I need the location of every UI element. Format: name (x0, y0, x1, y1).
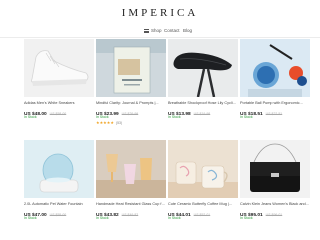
product-image-glass-cup[interactable] (96, 140, 166, 198)
stock-status: In Stock (24, 115, 37, 119)
product-rating: ★★★★★ (53) (96, 120, 122, 126)
product-old-price: US $99.01 (265, 213, 283, 217)
stock-status: In Stock (240, 115, 253, 119)
product-image-ball-pump[interactable] (240, 39, 310, 97)
product-title[interactable]: Handmade Heat Resistant Glass Cup for... (96, 202, 166, 207)
product-title[interactable]: Breathable Shockproof Hose Lily Cycling.… (168, 101, 238, 106)
product-old-price: US $49.82 (121, 213, 139, 217)
product-image-journal[interactable] (96, 39, 166, 97)
product-old-price: US $22.51 (265, 112, 283, 116)
nav-shop-link[interactable]: Shop (151, 28, 162, 34)
product-old-price: US $19.98 (193, 112, 211, 116)
rating-stars: ★★★★★ (96, 120, 114, 125)
product-title[interactable]: Mindful Clarity: Journal & Prompts |... (96, 101, 166, 106)
product-image-handbag[interactable] (240, 140, 310, 198)
menu-icon[interactable] (144, 29, 149, 33)
product-image-butterfly-mug[interactable] (168, 140, 238, 198)
stock-status: In Stock (96, 216, 109, 220)
product-old-price: US $55.00 (49, 213, 67, 217)
product-title[interactable]: 2.0L Automatic Pet Water Fountain (24, 202, 94, 207)
stock-status: In Stock (168, 115, 181, 119)
product-old-price: US $58.00 (49, 112, 67, 116)
product-image-bike-seat[interactable] (168, 39, 238, 97)
product-old-price: US $52.01 (193, 213, 211, 217)
product-image-pet-fountain[interactable] (24, 140, 94, 198)
site-header: IMPERICA Shop Contact Blog (0, 0, 320, 38)
store-logo[interactable]: IMPERICA (0, 7, 320, 19)
stock-status: In Stock (240, 216, 253, 220)
product-title[interactable]: Adidas Men's White Sneakers (24, 101, 94, 106)
stock-status: In Stock (168, 216, 181, 220)
nav-blog-link[interactable]: Blog (183, 28, 192, 34)
rating-count: (53) (115, 121, 123, 125)
product-title[interactable]: Portable Ball Pump with Ergonomic... (240, 101, 310, 106)
product-image-sneakers[interactable] (24, 39, 94, 97)
stock-status: In Stock (24, 216, 37, 220)
product-title[interactable]: Calvin Klein Jeans Women's Black and... (240, 202, 310, 207)
nav-contact-link[interactable]: Contact (164, 28, 180, 34)
product-old-price: US $29.99 (121, 112, 139, 116)
product-title[interactable]: Cute Ceramic Butterfly Coffee Mug |... (168, 202, 238, 207)
header-divider (0, 37, 320, 38)
